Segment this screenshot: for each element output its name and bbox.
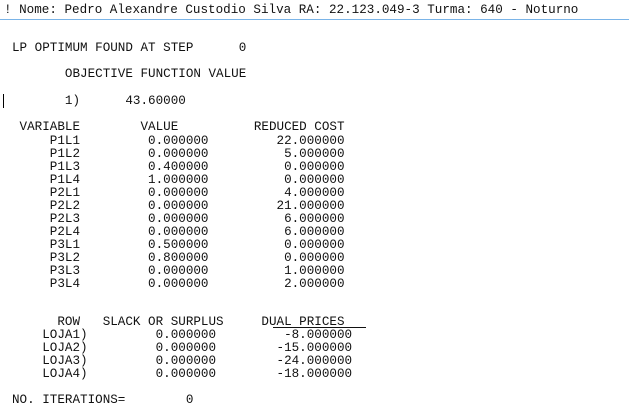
constraint-row: LOJA3) 0.000000 -24.000000 (12, 354, 353, 368)
variable-row: P3L4 0.000000 2.000000 (12, 277, 345, 291)
constraint-row: LOJA1) 0.000000 -8.000000 (12, 328, 353, 342)
text-cursor (3, 94, 4, 108)
constraint-row: LOJA2) 0.000000 -15.000000 (12, 341, 353, 355)
report-title-bar: ! Nome: Pedro Alexandre Custodio Silva R… (0, 0, 629, 21)
variable-row: P2L3 0.000000 6.000000 (12, 212, 345, 226)
variable-row: P1L2 0.000000 5.000000 (12, 147, 345, 161)
lp-optimum-line: LP OPTIMUM FOUND AT STEP 0 (12, 41, 247, 55)
variable-row: P1L4 1.000000 0.000000 (12, 173, 345, 187)
variable-row: P2L2 0.000000 21.000000 (12, 199, 345, 213)
variable-row: P2L4 0.000000 6.000000 (12, 225, 345, 239)
variable-row: P3L3 0.000000 1.000000 (12, 264, 345, 278)
variables-header: VARIABLE VALUE REDUCED COST (12, 120, 345, 134)
variable-row: P1L1 0.000000 22.000000 (12, 134, 345, 148)
variable-row: P3L1 0.500000 0.000000 (12, 238, 345, 252)
constraint-row: LOJA4) 0.000000 -18.000000 (12, 367, 353, 381)
variable-row: P3L2 0.800000 0.000000 (12, 251, 345, 265)
variable-row: P2L1 0.000000 4.000000 (12, 186, 345, 200)
objective-heading: OBJECTIVE FUNCTION VALUE (12, 67, 247, 81)
variable-row: P1L3 0.400000 0.000000 (12, 160, 345, 174)
title-bar-divider (0, 19, 629, 20)
objective-value-line: 1) 43.60000 (12, 94, 186, 108)
report-title-text: ! Nome: Pedro Alexandre Custodio Silva R… (4, 3, 579, 17)
iterations-line: NO. ITERATIONS= 0 (12, 393, 194, 407)
